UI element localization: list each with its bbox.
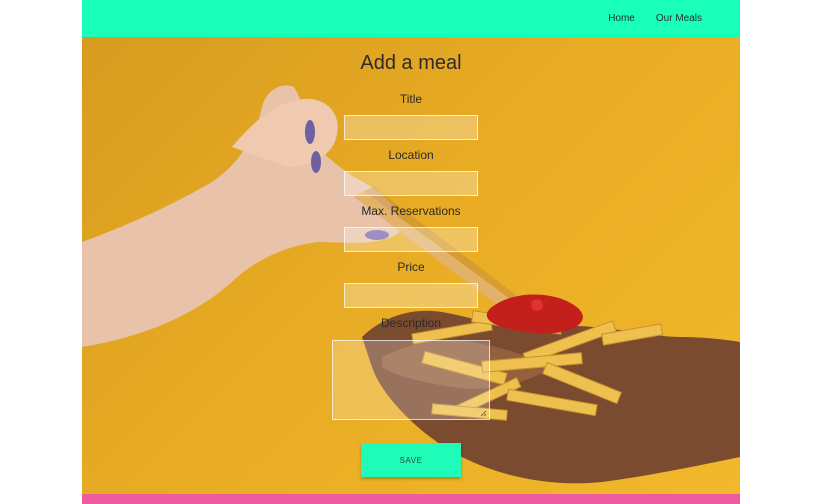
- price-input[interactable]: [344, 283, 478, 308]
- footer-bar: [82, 494, 740, 504]
- max-reservations-input[interactable]: [344, 227, 478, 252]
- price-label: Price: [397, 260, 425, 274]
- max-reservations-label: Max. Reservations: [361, 204, 461, 218]
- page-title: Add a meal: [360, 52, 462, 74]
- hero-background: Add a meal Title Location Max. Reservati…: [82, 37, 740, 494]
- title-label: Title: [399, 92, 423, 106]
- location-label: Location: [388, 148, 434, 162]
- top-navbar: Home Our Meals: [82, 0, 740, 37]
- title-input[interactable]: [344, 115, 478, 140]
- resize-handle-icon[interactable]: [480, 410, 487, 417]
- page-frame: Home Our Meals Add a meal Title Location…: [82, 0, 740, 504]
- save-button[interactable]: SAVE: [361, 443, 461, 477]
- location-input[interactable]: [344, 171, 478, 196]
- nav-our-meals-link[interactable]: Our Meals: [656, 13, 702, 24]
- add-meal-form: Add a meal Title Location Max. Reservati…: [82, 37, 740, 494]
- nav-home-link[interactable]: Home: [608, 13, 635, 24]
- description-label: Description: [380, 316, 442, 330]
- description-textarea[interactable]: [332, 340, 490, 420]
